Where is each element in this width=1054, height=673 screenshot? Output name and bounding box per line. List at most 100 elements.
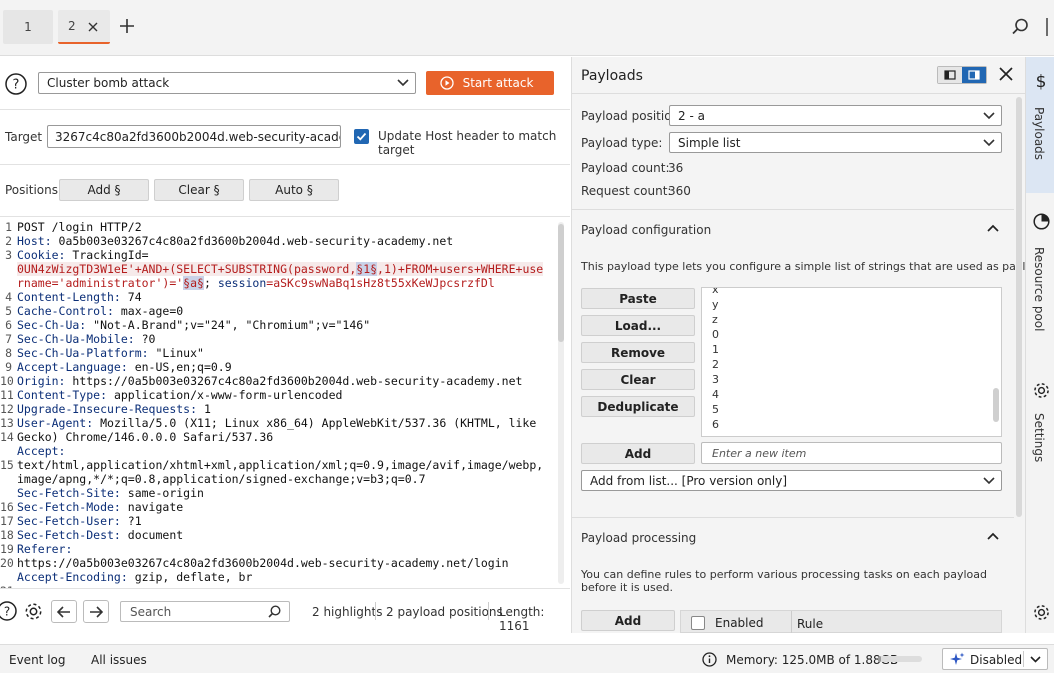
layout-toggle[interactable] — [937, 66, 987, 84]
ai-status-select[interactable]: Disabled — [942, 648, 1048, 670]
add-tab-icon[interactable] — [120, 19, 134, 33]
list-item[interactable]: 0 — [712, 328, 719, 341]
update-host-checkbox[interactable] — [354, 129, 369, 144]
line-number: 12 — [0, 402, 14, 416]
list-item[interactable]: 3 — [712, 373, 719, 386]
list-item[interactable]: 6 — [712, 418, 719, 431]
list-item[interactable]: 1 — [712, 343, 719, 356]
divider — [572, 93, 1026, 94]
more-icon[interactable] — [1046, 18, 1052, 36]
target-input[interactable]: 3267c4c80a2fd3600b2004d.web-security-aca… — [47, 125, 341, 148]
search-input[interactable]: Search — [120, 601, 290, 622]
editor-scrollbar[interactable] — [558, 222, 564, 584]
paste-label: Paste — [619, 291, 657, 306]
payload-position-select[interactable]: 2 - a — [669, 105, 1002, 126]
search-placeholder: Search — [130, 605, 172, 619]
processing-add-button[interactable]: Add — [581, 610, 675, 631]
chevron-up-icon[interactable] — [987, 532, 999, 540]
layout-right-icon[interactable] — [962, 67, 986, 83]
side-tab-resource-pool[interactable]: Resource pool — [1026, 207, 1054, 337]
payload-position-label: Payload position: — [581, 109, 684, 123]
search-icon[interactable] — [1012, 18, 1029, 35]
add-label: Add — [624, 446, 652, 461]
list-item[interactable]: x — [712, 288, 719, 296]
header-accept-encoding: Accept-Encoding: gzip, deflate, br — [17, 570, 252, 584]
line-number: 18 — [0, 528, 14, 542]
payload-list[interactable]: xyz 0 1 2 3 4 5 6 — [701, 287, 1002, 437]
next-match-button[interactable] — [83, 600, 109, 623]
header-sec-fetch-dest: Sec-Fetch-Dest: document — [17, 528, 183, 542]
header-key: Upgrade-Insecure-Requests: — [17, 402, 198, 416]
payload-config-title: Payload configuration — [581, 223, 712, 237]
request-line: POST /login HTTP/2 — [17, 220, 142, 234]
add-marker-label: Add § — [87, 183, 121, 197]
request-editor[interactable]: 123456789101112131415161718192021 POST /… — [0, 218, 570, 588]
right-scrollbar-thumb[interactable] — [1016, 97, 1022, 517]
gear-icon[interactable] — [23, 601, 44, 622]
header-value: image/apng,*/*;q=0.8,application/signed-… — [17, 472, 426, 486]
tab-bar: 1 2 — [0, 0, 1054, 56]
deduplicate-button[interactable]: Deduplicate — [581, 396, 695, 417]
prev-match-button[interactable] — [51, 600, 77, 623]
add-marker-button[interactable]: Add § — [59, 179, 149, 201]
header-accept-value-2: image/apng,*/*;q=0.8,application/signed-… — [17, 472, 426, 486]
header-value: text/html,application/xhtml+xml,applicat… — [17, 458, 544, 472]
layout-left-icon[interactable] — [938, 67, 962, 83]
payload-type-select[interactable]: Simple list — [669, 132, 1002, 153]
help-icon[interactable]: ? — [5, 73, 27, 95]
help-icon[interactable]: ? — [0, 601, 17, 621]
tab-1[interactable]: 1 — [3, 10, 53, 44]
list-item[interactable]: y — [712, 298, 719, 311]
clear-label: Clear — [620, 372, 656, 387]
cookie-payload-line: 0UN4zWizgTD3W1eE'+AND+(SELECT+SUBSTRING(… — [17, 262, 544, 276]
remove-button[interactable]: Remove — [581, 342, 695, 363]
paste-button[interactable]: Paste — [581, 288, 695, 309]
cookie-session-key: session — [210, 276, 267, 290]
add-from-list-select[interactable]: Add from list... [Pro version only] — [581, 470, 1002, 491]
side-tab-payloads[interactable]: $ Payloads — [1026, 57, 1054, 193]
close-icon[interactable] — [88, 22, 98, 32]
header-origin: Origin: https://0a5b003e03267c4c80a2fd36… — [17, 374, 522, 388]
divider — [572, 209, 1014, 210]
list-item[interactable]: z — [712, 313, 718, 326]
line-number: 20 — [0, 556, 14, 570]
chevron-down-icon — [983, 111, 995, 120]
line-number: 1 — [5, 220, 12, 234]
divider — [0, 216, 570, 217]
clear-button[interactable]: Clear — [581, 369, 695, 390]
new-item-input[interactable]: Enter a new item — [701, 442, 1002, 464]
close-icon[interactable] — [999, 67, 1013, 81]
enabled-checkbox[interactable] — [691, 616, 705, 630]
request-length: Length: 1161 — [499, 605, 545, 633]
rule-column: Rule — [797, 617, 824, 631]
clear-marker-label: Clear § — [178, 183, 220, 197]
attack-type-select[interactable]: Cluster bomb attack — [38, 72, 416, 94]
start-attack-button[interactable]: Start attack — [426, 71, 554, 95]
event-log-link[interactable]: Event log — [9, 653, 65, 667]
header-value: document — [120, 528, 184, 542]
gear-icon[interactable] — [1032, 603, 1051, 622]
payload-marker-2[interactable]: §a§ — [183, 276, 204, 290]
list-scrollbar-thumb[interactable] — [993, 388, 999, 422]
chevron-up-icon[interactable] — [987, 224, 999, 232]
clear-marker-button[interactable]: Clear § — [154, 179, 244, 201]
list-item[interactable]: 2 — [712, 358, 719, 371]
list-item[interactable]: 5 — [712, 403, 719, 416]
memory-bar — [878, 656, 922, 662]
header-value: gzip, deflate, br — [127, 570, 253, 584]
list-item[interactable]: 4 — [712, 388, 719, 401]
auto-marker-button[interactable]: Auto § — [249, 179, 339, 201]
header-accept-language: Accept-Language: en-US,en;q=0.9 — [17, 360, 232, 374]
side-tab-settings[interactable]: Settings — [1026, 375, 1054, 475]
load-button[interactable]: Load... — [581, 315, 695, 336]
tab-2[interactable]: 2 — [58, 10, 110, 44]
arrow-right-icon — [89, 605, 103, 618]
line-number: 5 — [5, 304, 12, 318]
payload-marker-1[interactable]: §1§ — [356, 262, 378, 276]
header-sec-fetch-site: Sec-Fetch-Site: same-origin — [17, 486, 204, 500]
all-issues-link[interactable]: All issues — [91, 653, 147, 667]
payload-type-value: Simple list — [678, 135, 741, 150]
header-key: Sec-Ch-Ua-Mobile: — [17, 332, 135, 346]
scrollbar-thumb[interactable] — [558, 224, 564, 342]
add-button[interactable]: Add — [581, 443, 695, 464]
